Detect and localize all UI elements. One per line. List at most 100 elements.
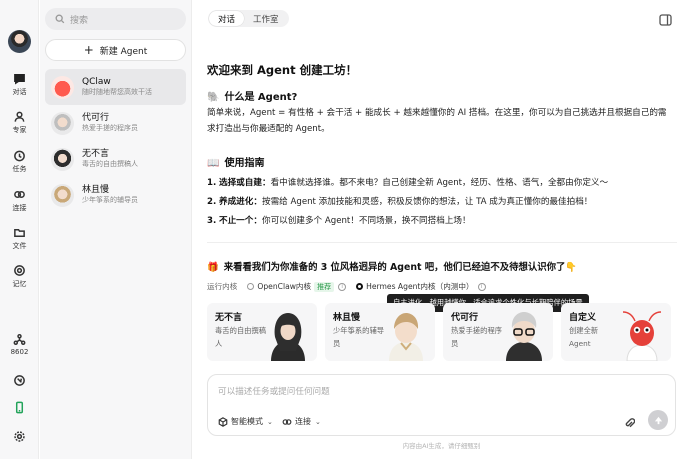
plus-icon: + xyxy=(83,43,94,57)
guide-text: 你可以创建多个 Agent！不同场景，换不同搭档上场！ xyxy=(261,216,471,226)
conversation-name: 无不言 xyxy=(82,149,110,159)
kernel-radio-openclaw[interactable] xyxy=(247,283,255,290)
intro-text: 来看看我们为你准备的 3 位风格迥异的 Agent 吧，他们已经迫不及待想认识你… xyxy=(223,262,578,273)
kernel-label: 运行内核 xyxy=(207,282,238,291)
kernel-option-label[interactable]: Hermes Agent内核（内测中） xyxy=(366,281,473,292)
rail-item-label: 对话 xyxy=(12,88,27,96)
qclaw-avatar xyxy=(51,75,74,99)
conversation-desc: 少年筝系的辅导员 xyxy=(82,196,138,205)
link-icon xyxy=(13,188,26,201)
conversation-item-wubuyan[interactable]: 无不言 毒舌的自由撰稿人 xyxy=(45,141,186,177)
info-icon[interactable]: i xyxy=(338,282,347,291)
conversation-item-daikexing[interactable]: 代可行 热爱手搓的程序员 xyxy=(45,105,186,141)
guide-num: 2. xyxy=(207,197,217,207)
search-placeholder: 搜索 xyxy=(70,15,89,26)
ai-disclaimer: 内容由AI生成，请仔细甄别 xyxy=(402,442,481,450)
search-input[interactable]: 搜索 xyxy=(45,8,186,30)
info-icon[interactable]: i xyxy=(477,282,486,291)
card-desc: 热爱手搓的程序员 xyxy=(451,326,503,348)
conversation-desc: 随时随地帮您高效干活 xyxy=(82,88,152,97)
rail-port[interactable]: 8602 xyxy=(0,333,39,356)
rail-item-task[interactable]: 任务 xyxy=(0,149,39,174)
rail-status[interactable] xyxy=(0,374,39,389)
linqieman-figure xyxy=(389,313,423,361)
conversation-item-linqieman[interactable]: 林且慢 少年筝系的辅导员 xyxy=(45,177,186,213)
composer-placeholder: 可以描述任务或提问任何问题 xyxy=(218,387,330,397)
guide-bold: 不止一个： xyxy=(218,216,262,226)
card-name: 代可行 xyxy=(451,313,479,323)
linqieman-avatar xyxy=(51,183,74,207)
agent-cards: 无不言 毒舌的自由撰稿人 林且慢 少年筝系的辅导员 代可行 热爱手搓的程序员 自… xyxy=(207,303,677,361)
user-avatar[interactable] xyxy=(8,30,31,53)
wubuyan-avatar xyxy=(51,147,74,171)
card-desc: 毒舌的自由撰稿人 xyxy=(215,326,267,348)
guide-text: 看中谁就选择谁。都不来电？自己创建全新 Agent，经历、性格、语气，全都由你定… xyxy=(270,178,609,188)
clock-icon xyxy=(13,149,26,162)
agent-list-panel: 搜索 + 新建 Agent QClaw 随时随地帮您高效干活 代可行 热爱手搓的… xyxy=(40,0,192,459)
link-icon xyxy=(282,418,292,425)
card-desc: 少年筝系的辅导员 xyxy=(333,326,385,348)
message-composer[interactable]: 可以描述任务或提问任何问题 智能模式 ⌄ 连接 ⌄ xyxy=(207,374,676,436)
connect-dropdown[interactable]: 连接 ⌄ xyxy=(282,416,321,427)
welcome-title: 欢迎来到 Agent 创建工坊！ xyxy=(207,63,358,77)
agents-intro-heading: 🎁 来看看我们为你准备的 3 位风格迥异的 Agent 吧，他们已经迫不及待想认识… xyxy=(207,259,577,273)
cube-icon xyxy=(218,416,228,427)
agent-card-custom[interactable]: 自定义 创建全新 Agent xyxy=(561,303,671,361)
agent-card-daikexing[interactable]: 代可行 热爱手搓的程序员 xyxy=(443,303,553,361)
mode-dropdown[interactable]: 智能模式 ⌄ xyxy=(218,416,273,427)
expert-icon xyxy=(13,110,26,123)
elephant-icon: 🐘 xyxy=(207,92,220,103)
guide-num: 1. xyxy=(207,178,217,188)
chevron-down-icon: ⌄ xyxy=(315,417,321,426)
daikexing-figure xyxy=(506,312,542,361)
rail-item-label: 专家 xyxy=(12,126,27,134)
main-area: 对话 工作室 欢迎来到 Agent 创建工坊！ 🐘 什么是 Agent? 简单来说… xyxy=(193,0,690,459)
book-icon: 📖 xyxy=(207,158,220,169)
rail-item-label: 文件 xyxy=(12,242,27,250)
daikexing-avatar xyxy=(51,111,74,135)
guide-heading: 📖 使用指南 xyxy=(207,154,264,169)
kernel-radio-hermes[interactable] xyxy=(356,283,364,290)
card-desc: 创建全新 Agent xyxy=(569,326,599,348)
tab-chat[interactable]: 对话 xyxy=(209,11,245,26)
guide-num: 3. xyxy=(207,216,217,226)
new-agent-button[interactable]: + 新建 Agent xyxy=(45,39,186,61)
rail-item-link[interactable]: 连接 xyxy=(0,188,39,213)
chat-icon xyxy=(13,72,26,85)
send-arrow-icon xyxy=(654,416,662,424)
attach-button[interactable] xyxy=(624,414,636,428)
memory-icon xyxy=(13,264,26,277)
tab-studio[interactable]: 工作室 xyxy=(244,11,288,26)
send-button[interactable] xyxy=(648,410,668,430)
wubuyan-figure xyxy=(271,313,305,361)
rail-settings[interactable] xyxy=(0,430,39,445)
panel-toggle-button[interactable] xyxy=(659,11,672,26)
phone-icon xyxy=(13,401,26,414)
lobster-figure xyxy=(622,311,662,361)
agent-card-linqieman[interactable]: 林且慢 少年筝系的辅导员 xyxy=(325,303,435,361)
rail-item-memory[interactable]: 记忆 xyxy=(0,264,39,289)
rail-item-label: 记忆 xyxy=(12,280,27,288)
gear-icon xyxy=(13,430,26,443)
guide-bold: 养成进化： xyxy=(218,197,262,207)
rail-mobile[interactable] xyxy=(0,401,39,416)
guide-text: 按需给 Agent 添加技能和灵感，积极反馈你的想法，让 TA 成为真正懂你的最… xyxy=(261,197,593,207)
conversation-desc: 热爱手搓的程序员 xyxy=(82,124,138,133)
rail-item-files[interactable]: 文件 xyxy=(0,226,39,251)
what-is-agent-body: 简单来说，Agent = 有性格 + 会干活 + 能成长 + 越来越懂你的 AI… xyxy=(207,108,667,134)
kernel-option-label[interactable]: OpenClaw内核 xyxy=(257,281,311,292)
rail-item-label: 任务 xyxy=(12,165,27,173)
card-name: 无不言 xyxy=(215,313,243,323)
what-is-agent-heading: 🐘 什么是 Agent? xyxy=(207,88,297,103)
rail-item-expert[interactable]: 专家 xyxy=(0,110,39,135)
mode-label: 智能模式 xyxy=(231,417,263,426)
agent-card-wubuyan[interactable]: 无不言 毒舌的自由撰稿人 xyxy=(207,303,317,361)
guide-item-3: 3. 不止一个：你可以创建多个 Agent！不同场景，换不同搭档上场！ xyxy=(207,214,471,226)
connect-label: 连接 xyxy=(295,417,311,426)
conversation-item-qclaw[interactable]: QClaw 随时随地帮您高效干活 xyxy=(45,69,186,105)
card-name: 林且慢 xyxy=(333,313,361,323)
folder-icon xyxy=(13,226,26,239)
guide-item-1: 1. 选择或自建：看中谁就选择谁。都不来电？自己创建全新 Agent，经历、性格… xyxy=(207,176,608,188)
left-rail: 对话 专家 任务 连接 文件 记忆 8602 xyxy=(0,0,39,459)
rail-item-chat[interactable]: 对话 xyxy=(0,72,39,97)
